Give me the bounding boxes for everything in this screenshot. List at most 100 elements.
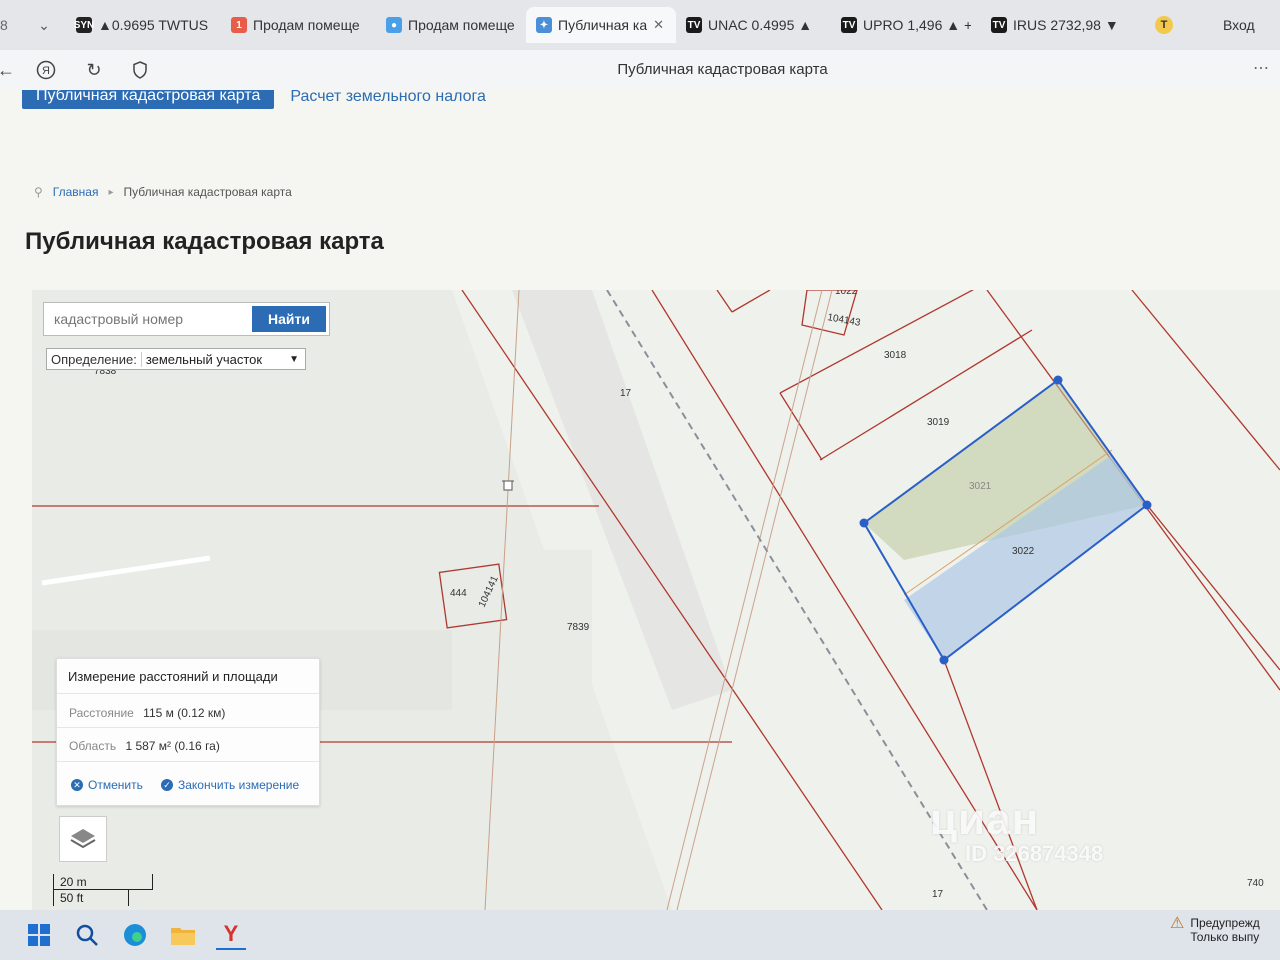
browser-tab[interactable]: TV UNAC 0.4995 ▲ xyxy=(676,7,831,43)
trash-icon xyxy=(502,480,514,491)
measurement-panel: Измерение расстояний и площади Расстояни… xyxy=(56,658,320,806)
scale-metric: 20 m xyxy=(53,874,153,890)
tradingview-icon: TV xyxy=(686,17,702,33)
chevron-down-icon[interactable]: ⌄ xyxy=(22,7,66,43)
find-button[interactable]: Найти xyxy=(252,306,326,332)
windows-start-icon[interactable] xyxy=(24,920,54,950)
svg-text:Я: Я xyxy=(42,65,50,77)
cancel-label: Отменить xyxy=(88,778,143,792)
reload-icon[interactable]: ↻ xyxy=(82,58,106,82)
warning-icon: ⚠ xyxy=(1170,915,1185,932)
breadcrumb-separator-icon: ▸ xyxy=(108,186,114,198)
map-scale: 20 m 50 ft xyxy=(53,874,153,906)
avatar-icon: Т xyxy=(1155,16,1173,34)
measure-vertex xyxy=(1053,375,1063,385)
back-icon[interactable]: ← xyxy=(0,58,18,82)
tab-label: UPRO 1,496 ▲ + xyxy=(863,17,971,33)
breadcrumb-current: Публичная кадастровая карта xyxy=(123,185,292,199)
check-icon: ✓ xyxy=(161,779,173,791)
cancel-measure-button[interactable]: ✕ Отменить xyxy=(71,778,143,792)
divider xyxy=(57,693,319,694)
distance-value: 115 м (0.12 км) xyxy=(143,706,226,720)
cadastral-number-input[interactable] xyxy=(44,303,252,335)
browser-tab[interactable]: 1 Продам помеще xyxy=(221,7,376,43)
finish-measure-button[interactable]: ✓ Закончить измерение xyxy=(161,778,299,792)
cadastral-map[interactable]: 7838 17 3018 3019 3021 3022 444 104141 1… xyxy=(32,290,1280,910)
layers-button[interactable] xyxy=(59,816,107,862)
distance-row: Расстояние 115 м (0.12 км) xyxy=(69,706,225,720)
browser-tab[interactable]: TV IRUS 2732,98 ▼ xyxy=(981,7,1131,43)
definition-filter: Определение: земельный участок ▼ xyxy=(46,348,306,370)
shield-icon[interactable] xyxy=(128,58,152,82)
definition-select[interactable]: земельный участок ▼ xyxy=(142,352,305,367)
measure-vertex xyxy=(939,655,949,665)
browser-tab-strip: 8 ⌄ SYN ▲0.9695 TWTUS 1 Продам помеще ● Прода… xyxy=(0,0,1280,50)
divider xyxy=(57,727,319,728)
nav-land-tax[interactable]: Расчет земельного налога xyxy=(290,90,486,106)
browser-tab[interactable]: SYN ▲0.9695 TWTUS xyxy=(66,7,221,43)
measurement-title: Измерение расстояний и площади xyxy=(68,669,278,684)
browser-tab[interactable]: TV UPRO 1,496 ▲ + xyxy=(831,7,981,43)
map-icon: ✦ xyxy=(536,17,552,33)
layers-icon xyxy=(70,829,96,849)
yandex-browser-icon[interactable]: Y xyxy=(216,920,246,950)
scale-imperial: 50 ft xyxy=(53,890,129,906)
definition-label: Определение: xyxy=(47,351,142,367)
area-row: Область 1 587 м² (0.16 га) xyxy=(69,739,220,753)
finish-label: Закончить измерение xyxy=(178,778,300,792)
nav-cadastral-map[interactable]: Публичная кадастровая карта xyxy=(22,90,275,109)
browser-tab[interactable]: ✦ Публичная ка ✕ xyxy=(526,7,676,43)
tab-label: Продам помеще xyxy=(253,17,360,33)
system-notification[interactable]: ⚠ Предупрежд Только выпу xyxy=(1170,915,1280,945)
parcel-label: 444 xyxy=(450,588,467,599)
measure-vertex xyxy=(1142,500,1152,510)
login-button[interactable]: Вход xyxy=(1213,7,1265,43)
area-value: 1 587 м² (0.16 га) xyxy=(125,739,220,753)
browser-toolbar: Публичная кадастровая карта ← Я ↻ ⋯ xyxy=(0,50,1280,90)
tab-label: Публичная ка xyxy=(558,17,648,33)
notice-line-1: Предупрежд xyxy=(1190,916,1260,930)
map-canvas[interactable]: 7838 17 3018 3019 3021 3022 444 104141 1… xyxy=(32,290,1280,910)
close-icon[interactable]: ✕ xyxy=(653,17,664,33)
area-label: Область xyxy=(69,739,117,753)
web-page: Публичная кадастровая карта Расчет земел… xyxy=(0,90,1280,910)
search-icon[interactable] xyxy=(72,920,102,950)
parcel-label: 17 xyxy=(932,889,944,900)
windows-taskbar: Y ⚠ Предупрежд Только выпу xyxy=(0,910,1280,960)
page-title: Публичная кадастровая карта xyxy=(25,228,384,255)
browser-tab[interactable]: ● Продам помеще xyxy=(376,7,526,43)
tradingview-icon: TV xyxy=(841,17,857,33)
file-explorer-icon[interactable] xyxy=(168,920,198,950)
notification-icon: 1 xyxy=(231,17,247,33)
tab-label: IRUS 2732,98 ▼ xyxy=(1013,17,1119,33)
tab-overflow-indicator[interactable]: 8 xyxy=(0,7,22,43)
distance-label: Расстояние xyxy=(69,706,134,720)
notice-line-2: Только выпу xyxy=(1190,930,1260,944)
breadcrumb: ⚲ Главная ▸ Публичная кадастровая карта xyxy=(34,185,292,199)
tab-label: UNAC 0.4995 ▲ xyxy=(708,17,813,33)
parcel-label: 7839 xyxy=(567,622,590,633)
edge-browser-icon[interactable] xyxy=(120,920,150,950)
more-icon[interactable]: ⋯ xyxy=(1253,58,1270,78)
tradingview-icon: TV xyxy=(991,17,1007,33)
ticker-icon: SYN xyxy=(74,17,94,33)
parcel-label: 17 xyxy=(620,388,632,399)
cadastral-search: Найти xyxy=(43,302,330,336)
parcel-label: 3022 xyxy=(1012,546,1035,557)
profile-avatar[interactable]: Т xyxy=(1145,7,1183,43)
site-navigation: Публичная кадастровая карта Расчет земел… xyxy=(22,90,486,109)
tab-label: ▲0.9695 TWTUS xyxy=(98,17,209,33)
breadcrumb-home[interactable]: Главная xyxy=(53,185,99,199)
location-pin-icon: ⚲ xyxy=(34,185,43,199)
parcel-label: 3021 xyxy=(969,481,992,492)
tab-label: Продам помеще xyxy=(408,17,515,33)
yandex-icon[interactable]: Я xyxy=(34,58,58,82)
parcel-label: 740 xyxy=(1247,878,1264,889)
parcel-label: 3018 xyxy=(884,350,907,361)
chevron-down-icon: ▼ xyxy=(289,353,299,365)
address-bar-title[interactable]: Публичная кадастровая карта xyxy=(0,50,1280,90)
cian-icon: ● xyxy=(386,17,402,33)
parcel-label: 3019 xyxy=(927,417,950,428)
measure-vertex xyxy=(859,518,869,528)
divider xyxy=(57,761,319,762)
